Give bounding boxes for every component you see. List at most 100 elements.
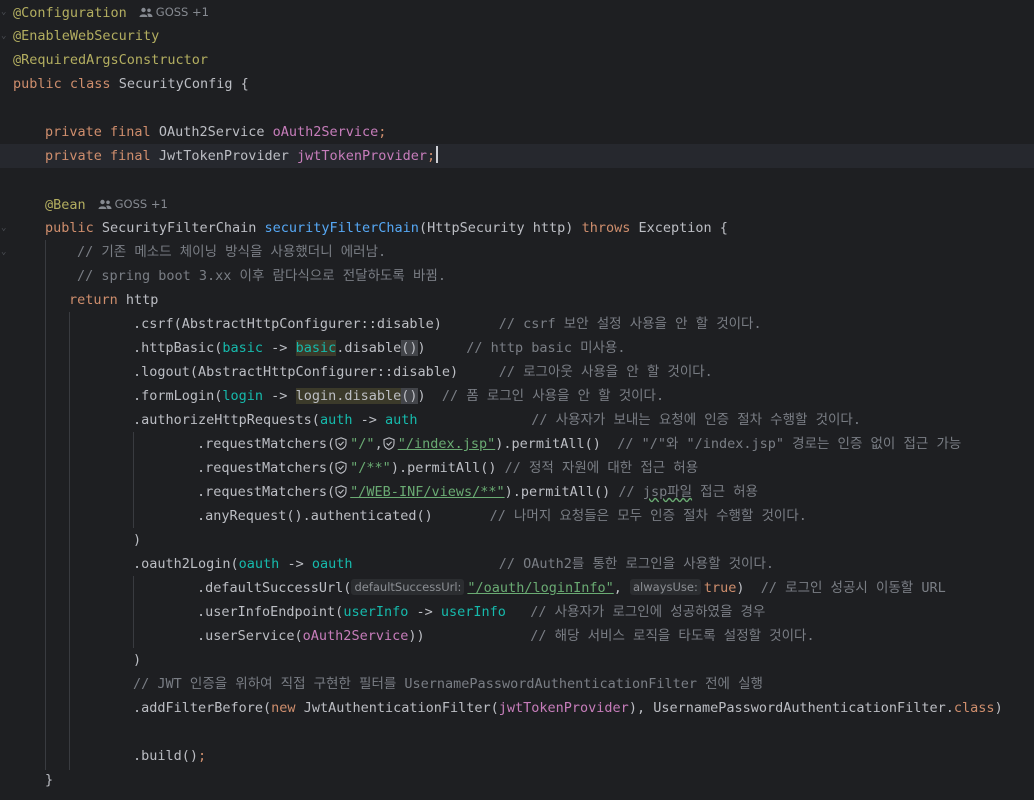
string-literal: "/" bbox=[350, 436, 375, 452]
arrow: -> bbox=[263, 340, 296, 356]
class-name: SecurityConfig bbox=[118, 76, 233, 92]
shield-icon[interactable] bbox=[335, 461, 347, 474]
code-line[interactable]: .requestMatchers("/", "/index.jsp").permi… bbox=[0, 432, 1034, 456]
lambda-param: oauth bbox=[311, 556, 353, 572]
code-author-hint[interactable]: GOSS +1 bbox=[98, 192, 168, 216]
exception-type: Exception bbox=[638, 220, 712, 236]
comment: // 나머지 요청들은 모두 인증 절차 수행할 것이다. bbox=[489, 508, 807, 524]
code-line[interactable]: .userService(oAuth2Service)) // 해당 서비스 로… bbox=[0, 624, 1034, 648]
code-line[interactable]: .formLogin(login -> login.disable()) // … bbox=[0, 384, 1034, 408]
shield-icon[interactable] bbox=[335, 437, 347, 450]
code-line[interactable]: } bbox=[0, 768, 1034, 792]
keyword: class bbox=[953, 700, 995, 716]
comment: // "/"와 "/index.jsp" 경로는 인증 없이 접근 가능 bbox=[617, 436, 962, 452]
code-line[interactable]: private final OAuth2Service oAuth2Servic… bbox=[0, 120, 1034, 144]
code-line[interactable]: ) bbox=[0, 648, 1034, 672]
authors-label: GOSS +1 bbox=[155, 5, 209, 19]
code-line[interactable]: .anyRequest().authenticated() // 나머지 요청들… bbox=[0, 504, 1034, 528]
string-literal-link[interactable]: "/WEB-INF/views/**" bbox=[350, 484, 504, 500]
code-line[interactable]: // 기존 메소드 체이닝 방식을 사용했더니 에러남. bbox=[0, 240, 1034, 264]
comment: // bbox=[618, 484, 643, 500]
text-caret bbox=[436, 146, 439, 163]
code-line[interactable]: .logout(AbstractHttpConfigurer::disable)… bbox=[0, 360, 1034, 384]
code: )) bbox=[408, 628, 425, 644]
code-line[interactable]: @Bean GOSS +1 bbox=[0, 192, 1034, 216]
field-name: oAuth2Service bbox=[302, 628, 409, 644]
string-literal-link[interactable]: "/oauth/loginInfo" bbox=[467, 580, 613, 596]
keyword: private final bbox=[45, 148, 151, 164]
comma: , bbox=[613, 580, 630, 596]
comment: // 사용자가 로그인에 성공하였을 경우 bbox=[530, 604, 766, 620]
paren: ( bbox=[418, 220, 428, 236]
code-line[interactable]: return http bbox=[0, 288, 1034, 312]
semicolon: ; bbox=[378, 124, 387, 140]
code: ) bbox=[736, 580, 745, 596]
comment: // csrf 보안 설정 사용을 안 할 것이다. bbox=[498, 316, 762, 332]
keyword: throws bbox=[581, 220, 631, 236]
comment: // 기존 메소드 체이닝 방식을 사용했더니 에러남. bbox=[77, 244, 387, 260]
code-line[interactable]: .oauth2Login(oauth -> oauth // OAuth2를 통… bbox=[0, 552, 1034, 576]
comment: // 사용자가 보내는 요청에 인증 절차 수행할 것이다. bbox=[531, 412, 861, 428]
keyword: true bbox=[703, 580, 737, 596]
code-line-current[interactable]: private final JwtTokenProvider jwtTokenP… bbox=[0, 144, 1034, 168]
code: ).permitAll() bbox=[495, 436, 601, 452]
code: ).permitAll() bbox=[390, 460, 497, 476]
code: .userService( bbox=[197, 628, 303, 644]
code: ) bbox=[133, 532, 142, 548]
keyword: private final bbox=[45, 124, 151, 140]
type-name: OAuth2Service bbox=[158, 124, 265, 140]
lambda-param: userInfo bbox=[343, 604, 409, 620]
keyword: new bbox=[271, 700, 296, 716]
field-name: jwtTokenProvider bbox=[297, 148, 428, 164]
people-icon bbox=[98, 199, 112, 209]
code-line[interactable]: .csrf(AbstractHttpConfigurer::disable) /… bbox=[0, 312, 1034, 336]
brace: { bbox=[240, 76, 249, 92]
code-line[interactable]: @EnableWebSecurity bbox=[0, 24, 1034, 48]
code-line[interactable]: .authorizeHttpRequests(auth -> auth // 사… bbox=[0, 408, 1034, 432]
arrow: -> bbox=[263, 388, 296, 404]
code-editor[interactable]: ⌄ ⌄ ⌄ ⌄ @Configuration GOSS +1 @EnableWeb… bbox=[0, 0, 1034, 800]
code-line[interactable]: // spring boot 3.xx 이후 람다식으로 전달하도록 바뀜. bbox=[0, 264, 1034, 288]
code: ) bbox=[133, 652, 142, 668]
code-author-hint[interactable]: GOSS +1 bbox=[139, 0, 209, 24]
paren-highlight: () bbox=[401, 340, 418, 356]
comment: // http basic 미사용. bbox=[466, 340, 626, 356]
code-line[interactable]: .build(); bbox=[0, 744, 1034, 768]
code-line[interactable]: .requestMatchers("/WEB-INF/views/**").pe… bbox=[0, 480, 1034, 504]
code-line[interactable]: public class SecurityConfig { bbox=[0, 72, 1034, 96]
string-literal-link[interactable]: "/index.jsp" bbox=[398, 436, 496, 452]
code: .oauth2Login( bbox=[133, 556, 239, 572]
code: ), UsernamePasswordAuthenticationFilter. bbox=[628, 700, 954, 716]
code: ).permitAll() bbox=[504, 484, 611, 500]
param-hint: alwaysUse: bbox=[630, 579, 701, 595]
shield-icon[interactable] bbox=[335, 485, 347, 498]
code-line[interactable]: ) bbox=[0, 528, 1034, 552]
keyword: public class bbox=[13, 76, 111, 92]
code-line[interactable]: @Configuration GOSS +1 bbox=[0, 0, 1034, 24]
code-line[interactable]: // JWT 인증을 위하여 직접 구현한 필터를 UsernamePasswo… bbox=[0, 672, 1034, 696]
code-line[interactable]: .userInfoEndpoint(userInfo -> userInfo /… bbox=[0, 600, 1034, 624]
code: ) bbox=[994, 700, 1003, 716]
authors-label: GOSS +1 bbox=[114, 197, 168, 211]
code-line[interactable]: public SecurityFilterChain securityFilte… bbox=[0, 216, 1034, 240]
param-type: HttpSecurity bbox=[427, 220, 525, 236]
lambda-param: basic bbox=[222, 340, 264, 356]
code-line[interactable]: .httpBasic(basic -> basic.disable()) // … bbox=[0, 336, 1034, 360]
comment: // 로그아웃 사용을 안 할 것이다. bbox=[498, 364, 713, 380]
annotation: @EnableWebSecurity bbox=[13, 28, 160, 44]
comment: // 폼 로그인 사용을 안 할 것이다. bbox=[441, 388, 665, 404]
code-line[interactable]: .addFilterBefore(new JwtAuthenticationFi… bbox=[0, 696, 1034, 720]
code: .formLogin( bbox=[133, 388, 223, 404]
code-line[interactable]: .defaultSuccessUrl(defaultSuccessUrl: "/o… bbox=[0, 576, 1034, 600]
code: ) bbox=[417, 388, 426, 404]
paren: ) bbox=[565, 220, 574, 236]
arrow: -> bbox=[352, 412, 385, 428]
lambda-param: oauth bbox=[238, 556, 280, 572]
method-name: securityFilterChain bbox=[264, 220, 419, 236]
annotation: @Bean bbox=[45, 197, 86, 213]
brace: } bbox=[45, 772, 54, 788]
code-line[interactable]: .requestMatchers("/**").permitAll() // 정… bbox=[0, 456, 1034, 480]
code-line[interactable]: @RequiredArgsConstructor bbox=[0, 48, 1034, 72]
shield-icon[interactable] bbox=[383, 437, 395, 450]
comment: // 로그인 성공시 이동할 URL bbox=[760, 580, 946, 596]
